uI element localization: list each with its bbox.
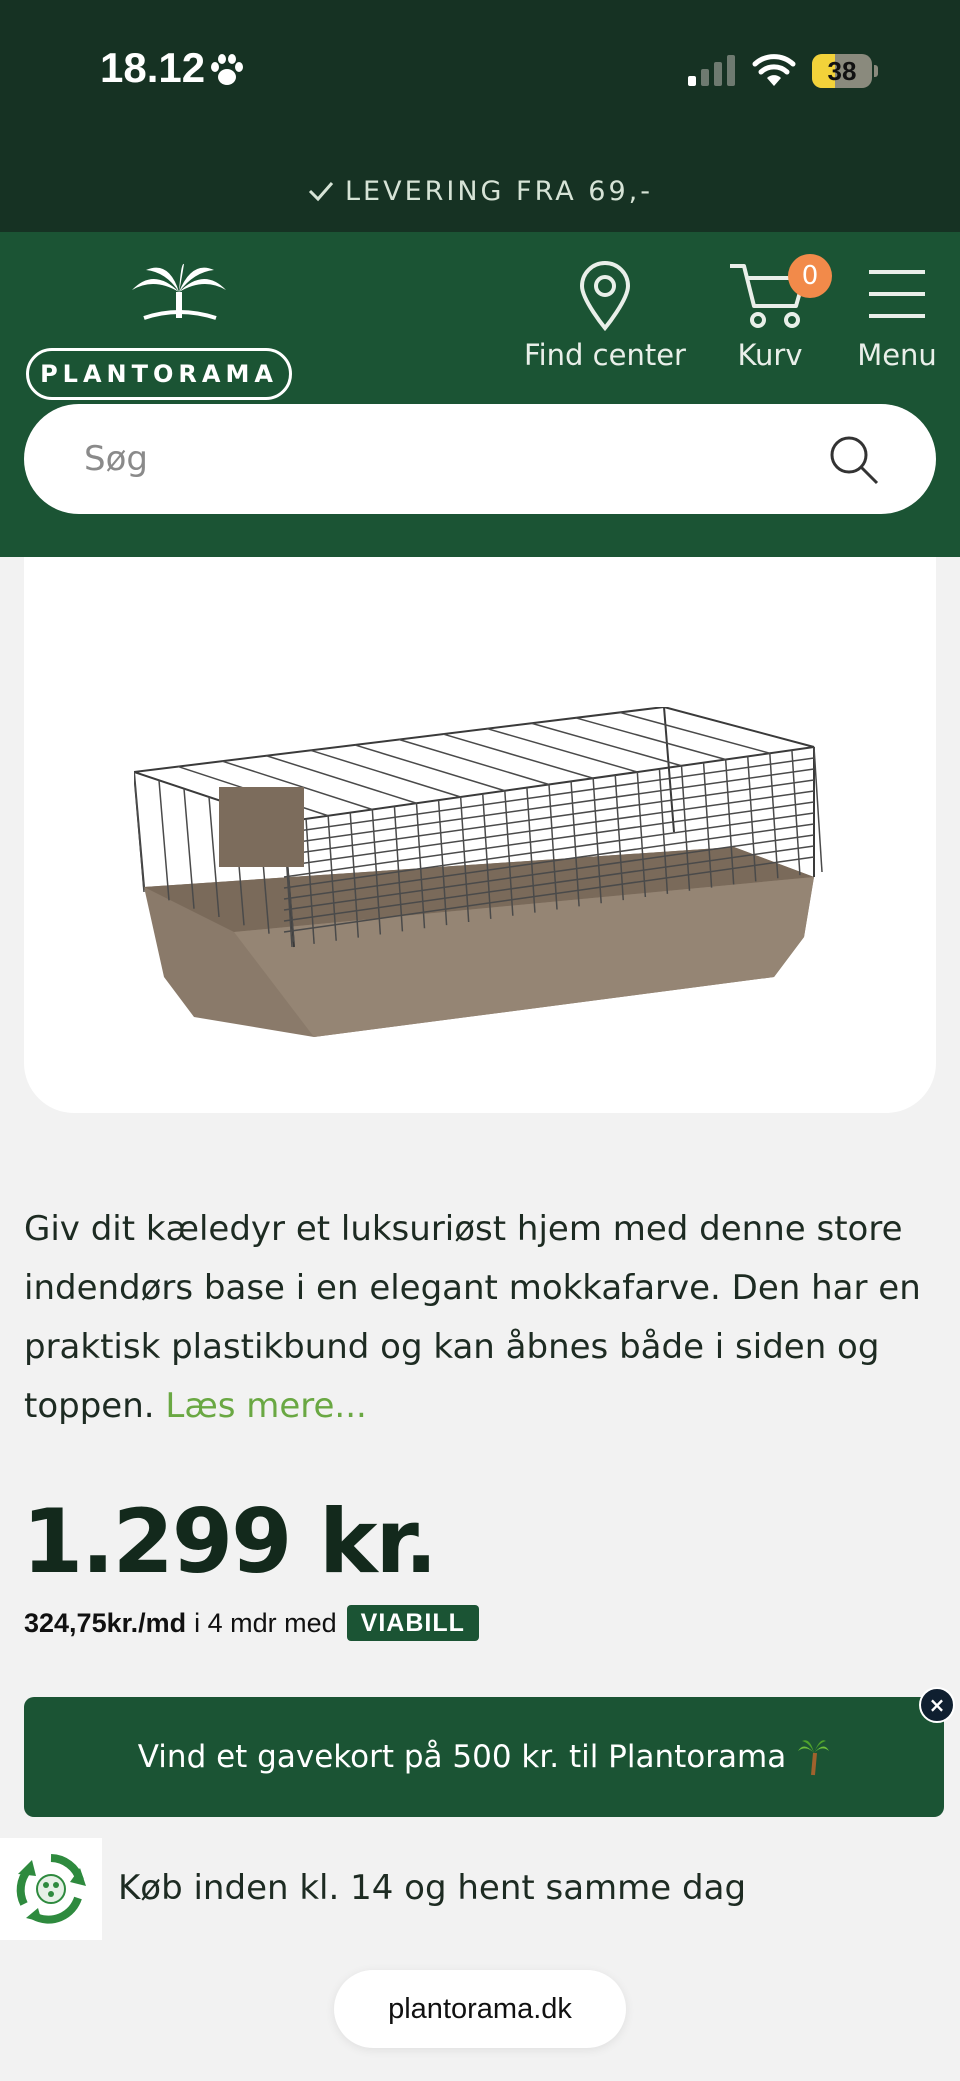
delivery-text: LEVERING FRA 69,- bbox=[345, 175, 653, 207]
product-price: 1.299 kr. bbox=[22, 1490, 438, 1593]
close-icon: × bbox=[928, 1693, 946, 1717]
menu-icon bbox=[869, 270, 925, 318]
check-icon bbox=[308, 182, 334, 202]
installment-text: i 4 mdr med bbox=[194, 1607, 337, 1638]
palm-logo-icon bbox=[132, 263, 226, 320]
installment-info: 324,75kr./md i 4 mdr med VIABILL bbox=[24, 1604, 479, 1642]
installment-amount: 324,75kr./md bbox=[24, 1607, 187, 1638]
palm-tree-icon bbox=[798, 1740, 830, 1776]
pickup-text: Køb inden kl. 14 og hent samme dag bbox=[118, 1868, 747, 1908]
viabill-logo[interactable]: VIABILL bbox=[346, 1605, 479, 1641]
product-image bbox=[134, 707, 823, 1037]
site-header: PLANTORAMA Find center 0 Kurv Menu Søg bbox=[0, 232, 960, 557]
status-bar: 18.12 38 bbox=[0, 0, 960, 150]
cart-label: Kurv bbox=[737, 338, 803, 372]
giftcard-promo-banner[interactable]: Vind et gavekort på 500 kr. til Plantora… bbox=[24, 1697, 944, 1817]
search-input[interactable] bbox=[84, 404, 784, 514]
url-text: plantorama.dk bbox=[388, 1992, 572, 2025]
battery-indicator: 38 bbox=[812, 54, 878, 88]
menu-label: Menu bbox=[857, 338, 937, 372]
status-time: 18.12 bbox=[100, 44, 206, 91]
browser-url-bar[interactable]: plantorama.dk bbox=[334, 1970, 626, 2048]
search-bar bbox=[24, 404, 936, 514]
find-center-label: Find center bbox=[524, 338, 686, 372]
delivery-banner: LEVERING FRA 69,- bbox=[0, 150, 960, 232]
product-description: Giv dit kæledyr et luksuriøst hjem med d… bbox=[24, 1200, 936, 1436]
signal-icon bbox=[688, 55, 735, 86]
paw-icon bbox=[211, 54, 243, 85]
product-image-card bbox=[24, 557, 936, 1113]
plantorama-logo[interactable]: PLANTORAMA bbox=[24, 262, 294, 402]
find-center-button[interactable]: Find center bbox=[520, 260, 690, 372]
page: 18.12 38 LEVERING FRA 69,- PLANTORAMA Fi… bbox=[0, 0, 960, 2081]
recycle-badge[interactable] bbox=[0, 1838, 102, 1940]
search-icon[interactable] bbox=[828, 434, 880, 486]
cart-count-badge: 0 bbox=[788, 254, 832, 298]
logo-text: PLANTORAMA bbox=[40, 360, 278, 388]
promo-text: Vind et gavekort på 500 kr. til Plantora… bbox=[137, 1739, 787, 1775]
pickup-info: Køb inden kl. 14 og hent samme dag bbox=[0, 1838, 960, 1942]
wifi-icon bbox=[752, 54, 796, 86]
cart-button[interactable]: 0 Kurv bbox=[720, 254, 832, 372]
location-pin-icon bbox=[579, 261, 631, 332]
close-promo-button[interactable]: × bbox=[919, 1687, 955, 1723]
battery-level: 38 bbox=[827, 56, 857, 86]
read-more-link[interactable]: Læs mere... bbox=[165, 1386, 366, 1426]
description-text: Giv dit kæledyr et luksuriøst hjem med d… bbox=[24, 1209, 921, 1426]
menu-button[interactable]: Menu bbox=[850, 260, 944, 372]
recycle-icon bbox=[16, 1854, 86, 1924]
